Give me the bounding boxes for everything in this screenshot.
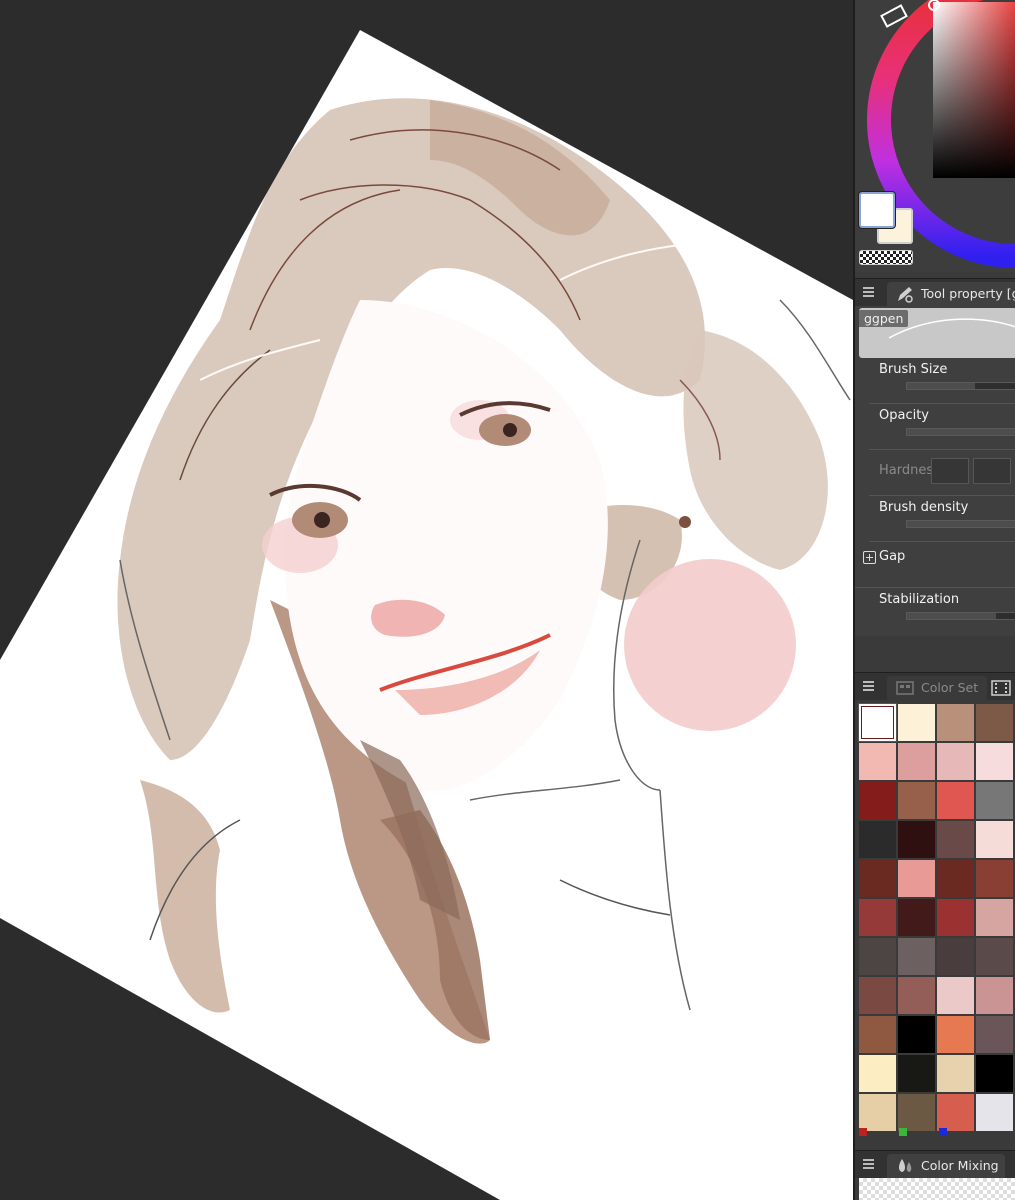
color-swatch[interactable] (898, 743, 935, 780)
color-swatch[interactable] (859, 782, 896, 819)
color-swatch[interactable] (937, 977, 974, 1014)
menu-icon[interactable] (863, 1159, 874, 1169)
color-swatch[interactable] (859, 1094, 896, 1131)
color-swatch[interactable] (976, 782, 1013, 819)
drawing-canvas[interactable] (0, 0, 853, 1200)
tab-color-mixing[interactable]: Color Mixing (887, 1154, 1005, 1179)
color-mixing-icon (899, 1159, 912, 1172)
hardness-option-2[interactable] (973, 458, 1011, 484)
color-swatch[interactable] (898, 704, 935, 741)
color-swatch[interactable] (937, 1094, 974, 1131)
drawing-canvas-area[interactable] (0, 0, 853, 1200)
color-swatch[interactable] (898, 899, 935, 936)
color-swatch[interactable] (937, 821, 974, 858)
color-swatch[interactable] (976, 938, 1013, 975)
stabilization-slider[interactable] (906, 612, 1015, 620)
color-swatch[interactable] (898, 938, 935, 975)
color-swatch[interactable] (937, 938, 974, 975)
color-swatch[interactable] (976, 1094, 1013, 1131)
color-set-header: Color Set (855, 672, 1015, 701)
color-swatch[interactable] (937, 743, 974, 780)
menu-icon[interactable] (863, 287, 874, 297)
color-swatch[interactable] (937, 860, 974, 897)
color-swatch[interactable] (976, 860, 1013, 897)
opacity-slider-fill (907, 429, 1015, 435)
main-color-swatch[interactable] (859, 192, 895, 228)
right-panel: Tool property [gg ggpen Brush Size Opaci… (853, 0, 1015, 1200)
tool-property-panel: ggpen Brush Size Opacity Hardness Brush … (855, 306, 1015, 636)
color-swatch[interactable] (859, 860, 896, 897)
color-swatch[interactable] (859, 821, 896, 858)
brush-density-row[interactable]: Brush density (869, 496, 1015, 542)
color-swatch[interactable] (976, 1016, 1013, 1053)
brush-size-row[interactable]: Brush Size (869, 358, 1015, 404)
stabilization-row[interactable]: Stabilization (869, 588, 1015, 634)
color-swatch[interactable] (859, 1016, 896, 1053)
opacity-label: Opacity (879, 408, 930, 423)
brush-size-slider-fill (907, 383, 975, 389)
stabilization-label: Stabilization (879, 592, 960, 607)
color-mixing-header: Color Mixing (855, 1150, 1015, 1179)
hue-picker-handle[interactable] (880, 4, 908, 28)
color-swatch[interactable] (937, 899, 974, 936)
color-swatch[interactable] (898, 1055, 935, 1092)
color-swatch[interactable] (976, 977, 1013, 1014)
color-swatch[interactable] (898, 1016, 935, 1053)
expand-plus-icon[interactable] (863, 551, 876, 564)
tab-tool-property[interactable]: Tool property [gg (887, 282, 1015, 307)
tab-color-mixing-label: Color Mixing (921, 1158, 999, 1173)
brush-density-slider[interactable] (906, 520, 1015, 528)
color-swatch[interactable] (937, 1055, 974, 1092)
opacity-row[interactable]: Opacity (869, 404, 1015, 450)
color-indicator-dot (859, 1128, 867, 1136)
animation-film-icon[interactable] (991, 680, 1011, 696)
color-swatch[interactable] (937, 704, 974, 741)
color-set-icon (896, 681, 914, 695)
tab-tool-property-label: Tool property [gg (921, 286, 1015, 301)
tab-color-set-label: Color Set (921, 680, 979, 695)
hardness-option-1[interactable] (931, 458, 969, 484)
tool-property-header: Tool property [gg (855, 278, 1015, 307)
color-wheel-panel (855, 0, 1015, 272)
color-swatch[interactable] (858, 703, 897, 742)
color-swatch[interactable] (937, 1016, 974, 1053)
color-set-grid (858, 703, 1015, 1131)
gap-row[interactable]: Gap (855, 542, 1015, 588)
opacity-slider[interactable] (906, 428, 1015, 436)
stabilization-slider-fill (907, 613, 997, 619)
tab-color-set[interactable]: Color Set (887, 676, 987, 701)
brush-size-slider[interactable] (906, 382, 1015, 390)
color-swatch[interactable] (859, 899, 896, 936)
color-mixing-area[interactable] (859, 1178, 1015, 1200)
color-indicator-dot (939, 1128, 947, 1136)
color-swatch[interactable] (976, 821, 1013, 858)
color-swatch[interactable] (976, 1055, 1013, 1092)
brush-density-slider-fill (907, 521, 1015, 527)
color-swatch[interactable] (898, 1094, 935, 1131)
color-swatch[interactable] (859, 977, 896, 1014)
transparent-color-swatch[interactable] (859, 250, 913, 265)
color-swatch[interactable] (976, 899, 1013, 936)
menu-icon[interactable] (863, 681, 874, 691)
color-swatch[interactable] (898, 782, 935, 819)
brush-stroke-preview: ggpen (859, 308, 1015, 358)
brush-size-label: Brush Size (879, 362, 948, 377)
color-swatch[interactable] (859, 938, 896, 975)
color-swatch[interactable] (898, 821, 935, 858)
color-swatch[interactable] (898, 860, 935, 897)
color-set-indicator-dots (859, 1128, 1015, 1138)
pen-tool-icon (898, 287, 913, 303)
color-swatch[interactable] (898, 977, 935, 1014)
brush-density-label: Brush density (879, 500, 969, 515)
color-swatch[interactable] (937, 782, 974, 819)
color-swatch[interactable] (859, 1055, 896, 1092)
color-indicator-dot (899, 1128, 907, 1136)
brush-name: ggpen (859, 310, 909, 327)
color-swatch[interactable] (976, 743, 1013, 780)
color-set-panel (855, 702, 1015, 1142)
gap-label: Gap (879, 549, 906, 564)
color-swatch[interactable] (859, 743, 896, 780)
hardness-row[interactable]: Hardness (869, 450, 1015, 496)
color-swatch[interactable] (976, 704, 1013, 741)
